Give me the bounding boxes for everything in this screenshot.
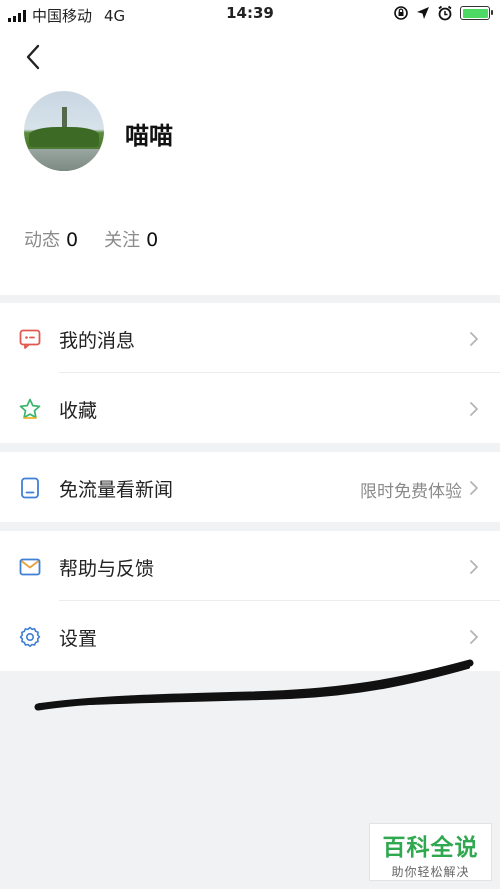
chevron-right-icon <box>470 630 478 644</box>
rotation-lock-icon <box>394 6 408 20</box>
chevron-right-icon <box>470 560 478 574</box>
star-icon <box>19 398 41 419</box>
menu-item-label: 免流量看新闻 <box>59 479 174 501</box>
chevron-right-icon <box>470 332 478 346</box>
menu-item-messages[interactable]: 我的消息 <box>0 303 500 373</box>
promo-text: 限时免费体验 <box>360 482 462 502</box>
back-arrow-icon[interactable] <box>20 42 48 72</box>
watermark-title: 百科全说 <box>382 835 479 861</box>
stat-value: 0 <box>146 229 159 251</box>
watermark-subtitle: 助你轻松解决 <box>391 865 470 879</box>
profile-stats: 动态 0 关注 0 <box>24 226 158 252</box>
menu-item-label: 收藏 <box>59 400 98 422</box>
message-icon <box>19 329 41 349</box>
mail-icon <box>19 558 41 576</box>
document-icon <box>21 477 39 499</box>
profile-header: 喵喵 动态 0 关注 0 <box>0 30 500 295</box>
menu-item-label: 设置 <box>59 628 98 650</box>
menu-group-2: 免流量看新闻 限时免费体验 <box>0 452 500 522</box>
watermark-logo: 百科全说 助你轻松解决 <box>369 823 492 881</box>
username: 喵喵 <box>125 122 173 150</box>
avatar[interactable] <box>24 91 104 171</box>
stat-label: 关注 <box>104 230 141 251</box>
gear-icon <box>19 626 41 648</box>
menu-item-help-feedback[interactable]: 帮助与反馈 <box>0 531 500 601</box>
chevron-right-icon <box>470 402 478 416</box>
stat-label: 动态 <box>24 230 60 251</box>
stat-following[interactable]: 关注 0 <box>104 226 158 252</box>
scribble-annotation <box>34 659 474 711</box>
chevron-right-icon <box>470 481 478 495</box>
battery-icon <box>460 6 493 20</box>
menu-item-free-news[interactable]: 免流量看新闻 限时免费体验 <box>0 452 500 522</box>
menu-item-favorites[interactable]: 收藏 <box>0 373 500 443</box>
alarm-icon <box>438 5 452 21</box>
location-arrow-icon <box>417 7 429 19</box>
menu-item-label: 我的消息 <box>59 330 136 352</box>
stat-posts[interactable]: 动态 0 <box>24 226 78 252</box>
menu-group-1: 我的消息 收藏 <box>0 303 500 443</box>
stat-value: 0 <box>66 229 79 251</box>
menu-group-3: 帮助与反馈 设置 <box>0 531 500 671</box>
status-bar: 中国移动 4G 14:39 <box>0 0 500 30</box>
menu-item-label: 帮助与反馈 <box>59 558 155 580</box>
